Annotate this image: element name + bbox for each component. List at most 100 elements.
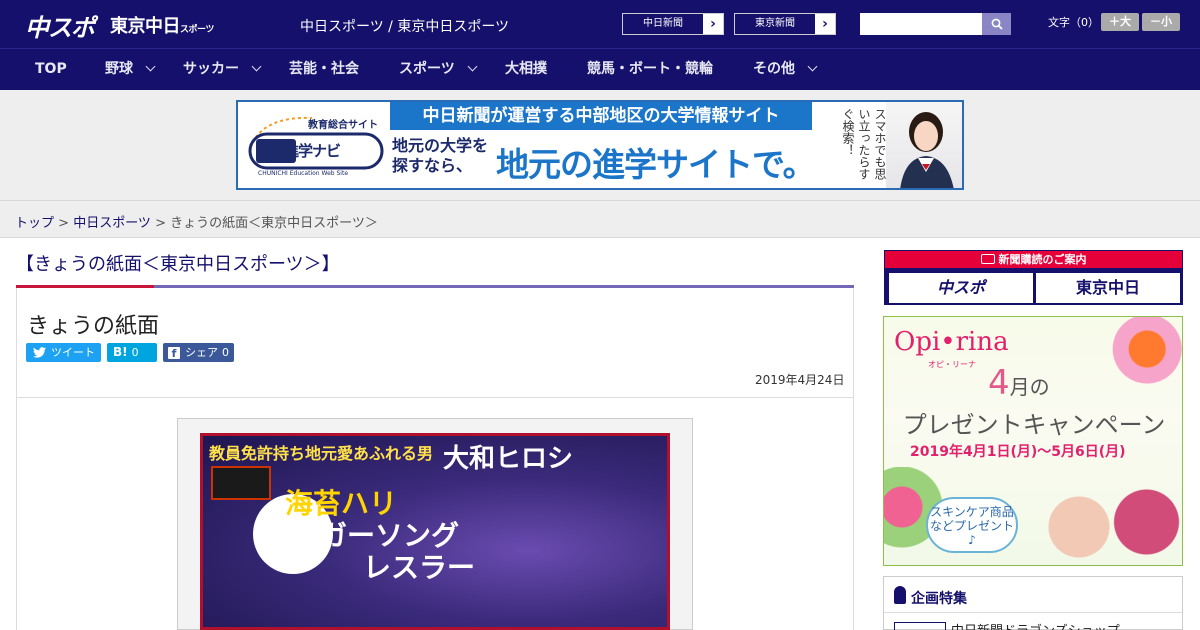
- nav-item-soccer[interactable]: サッカー: [183, 49, 262, 90]
- chevron-down-icon: [807, 61, 818, 72]
- newspaper-kicker: 教員免許持ち地元愛あふれる男: [209, 444, 434, 463]
- newspaper-page-image[interactable]: 教員免許持ち地元愛あふれる男 大和ヒロシ 海苔ハリ シンガーソング レスラー: [200, 433, 670, 630]
- nav-item-baseball[interactable]: 野球: [105, 49, 156, 90]
- flower-decoration: [1092, 317, 1182, 397]
- feature-heading: 企画特集: [911, 591, 967, 607]
- nav-item-sumo[interactable]: 大相撲: [505, 49, 547, 90]
- nav-item-top[interactable]: TOP: [35, 49, 67, 90]
- chevron-down-icon: [251, 61, 262, 72]
- newspaper-headline-3: レスラー: [363, 551, 476, 584]
- breadcrumb-current: きょうの紙面＜東京中日スポーツ＞: [170, 216, 378, 231]
- feature-header: 企画特集: [884, 577, 1182, 613]
- chunichi-shimbun-label: 中日新聞: [643, 18, 683, 29]
- facebook-icon: f: [168, 346, 180, 360]
- breadcrumb-home-link[interactable]: トップ: [15, 216, 54, 231]
- ad-brand-sub: オピ・リーナ: [928, 360, 976, 369]
- subscribe-chuspo-logo[interactable]: 中スポ: [889, 273, 1033, 303]
- tokyo-shimbun-label: 東京新聞: [755, 18, 795, 29]
- nav-item-label: TOP: [35, 61, 67, 77]
- breadcrumb: トップ > 中日スポーツ > きょうの紙面＜東京中日スポーツ＞: [0, 200, 1200, 238]
- chevron-right-icon: ›: [815, 14, 835, 34]
- nav-item-label: スポーツ: [399, 61, 455, 77]
- ad-campaign: プレゼントキャンペーン: [902, 411, 1166, 439]
- nav-item-sports[interactable]: スポーツ: [399, 49, 478, 90]
- nav-item-other[interactable]: その他: [753, 49, 818, 90]
- section-heading: 【きょうの紙面＜東京中日スポーツ＞】: [16, 254, 340, 275]
- banner-logo-caption: 教育総合サイト: [308, 120, 378, 131]
- banner-logo-name: 中日進学ナビ: [256, 142, 341, 160]
- facebook-count: 0: [222, 346, 229, 359]
- chevron-down-icon: [145, 61, 156, 72]
- facebook-share-button[interactable]: f シェア 0: [163, 343, 234, 362]
- ad-month: 4月の: [988, 363, 1050, 403]
- subscription-heading-text: 新聞購読のご案内: [998, 253, 1087, 266]
- banner-logo-sub: CHUNICHI Education Web Site: [258, 170, 349, 177]
- nav-item-label: 大相撲: [505, 61, 547, 77]
- breadcrumb-parent-link[interactable]: 中日スポーツ: [73, 216, 151, 231]
- newspaper-icon: [980, 254, 995, 264]
- product-decoration: [1034, 467, 1182, 565]
- chunichi-shimbun-link[interactable]: 中日新聞 ›: [622, 13, 724, 35]
- ad-month-number: 4: [988, 363, 1010, 403]
- chevron-down-icon: [467, 61, 478, 72]
- page-title: きょうの紙面: [27, 314, 160, 339]
- breadcrumb-separator: >: [54, 216, 74, 231]
- tweet-button[interactable]: ツイート: [26, 343, 101, 362]
- subscription-heading: 新聞購読のご案内: [885, 251, 1182, 268]
- search-button[interactable]: [982, 13, 1011, 35]
- opirina-advertisement[interactable]: Opi•rina オピ・リーナ 4月の プレゼントキャンペーン 2019年4月1…: [883, 316, 1183, 566]
- ad-month-suffix: 月の: [1009, 375, 1050, 399]
- hatena-icon: B!: [113, 345, 128, 359]
- search-input[interactable]: [860, 13, 982, 35]
- nav-item-label: 競馬・ボート・競輪: [587, 61, 713, 77]
- ad-brand: Opi•rina: [894, 327, 1009, 357]
- feature-box: 企画特集 中日新聞ドラゴンズショップ: [883, 576, 1183, 630]
- banner-big-text: 地元の進学サイトで。: [496, 145, 816, 184]
- article-date: 2019年4月24日: [755, 373, 845, 387]
- ad-date-range: 2019年4月1日(月)～5月6日(月): [910, 444, 1126, 460]
- newspaper-corner-badge: [211, 466, 271, 500]
- hatena-count: 0: [131, 346, 139, 359]
- tweet-label: ツイート: [51, 346, 95, 359]
- breadcrumb-separator: >: [150, 216, 171, 231]
- ad-speech-bubble: スキンケア商品などプレゼント♪: [926, 497, 1018, 553]
- logo-tokyo-chunichi-text: 東京中日: [110, 16, 181, 37]
- banner-area: 教育総合サイト 中日進学ナビ CHUNICHI Education Web Si…: [0, 90, 1200, 200]
- top-header: 中スポ 東京中日スポーツ 中日スポーツ / 東京中日スポーツ 中日新聞 › 東京…: [0, 0, 1200, 48]
- site-title[interactable]: 中日スポーツ / 東京中日スポーツ: [300, 16, 509, 36]
- logo-tokyo-chunichi-small: スポーツ: [180, 25, 214, 35]
- nav-item-entertainment[interactable]: 芸能・社会: [289, 49, 359, 90]
- banner-person-image: [886, 102, 962, 188]
- search-icon: [991, 18, 1003, 30]
- banner-left-line-1: 地元の大学を: [392, 136, 489, 155]
- banner-left-line-2: 探すなら、: [392, 156, 473, 175]
- font-size-up-button[interactable]: ＋大: [1101, 13, 1139, 31]
- ribbon-icon: [894, 586, 906, 604]
- person-illustration: [900, 112, 954, 188]
- hatena-bookmark-button[interactable]: B! 0: [107, 343, 157, 362]
- chevron-right-icon: ›: [703, 14, 723, 34]
- logo-tokyo-chunichi[interactable]: 東京中日スポーツ: [110, 12, 214, 38]
- banner-vertical-text: スマホでも思い立ったらすぐ検索！: [841, 108, 887, 180]
- nav-item-racing[interactable]: 競馬・ボート・競輪: [587, 49, 713, 90]
- font-size-down-button[interactable]: －小: [1142, 13, 1180, 31]
- banner-left-text: 地元の大学を 探すなら、: [392, 136, 488, 176]
- nav-item-label: サッカー: [183, 61, 239, 77]
- main-nav: TOP 野球 サッカー 芸能・社会 スポーツ 大相撲 競馬・ボート・競輪 その他: [0, 48, 1200, 90]
- twitter-icon: [33, 347, 46, 358]
- font-size-label: 文字（0）: [1048, 16, 1099, 29]
- subscribe-tokyo-chunichi-logo[interactable]: 東京中日: [1036, 273, 1180, 303]
- feature-item-thumbnail[interactable]: [894, 622, 946, 630]
- feature-item-link[interactable]: 中日新聞ドラゴンズショップ: [951, 620, 1120, 630]
- facebook-label: シェア: [185, 346, 218, 359]
- logo-chuspo[interactable]: 中スポ: [25, 8, 95, 43]
- tokyo-shimbun-link[interactable]: 東京新聞 ›: [734, 13, 836, 35]
- nav-item-label: 野球: [105, 61, 133, 77]
- newspaper-name: 大和ヒロシ: [443, 444, 574, 474]
- banner-headline: 中日新聞が運営する中部地区の大学情報サイト: [390, 102, 812, 130]
- subscription-box[interactable]: 新聞購読のご案内 中スポ 東京中日: [884, 250, 1183, 305]
- nav-item-label: その他: [753, 61, 795, 77]
- nav-item-label: 芸能・社会: [289, 61, 359, 77]
- breadcrumb-trail: トップ > 中日スポーツ > きょうの紙面＜東京中日スポーツ＞: [15, 212, 378, 231]
- shingaku-navi-banner[interactable]: 教育総合サイト 中日進学ナビ CHUNICHI Education Web Si…: [236, 100, 964, 190]
